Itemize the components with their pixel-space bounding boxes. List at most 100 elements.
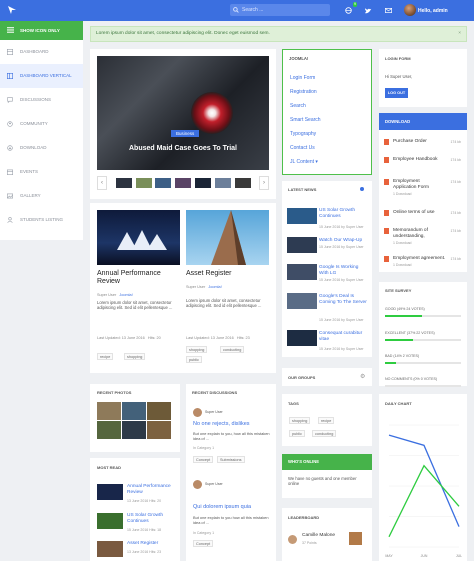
photo-thumb[interactable] — [122, 421, 146, 439]
search-input[interactable]: Search ... — [230, 4, 330, 16]
discussion-category[interactable]: In Category 1 — [193, 446, 214, 450]
alert-close-button[interactable]: × — [458, 27, 461, 41]
news-title[interactable]: Consequat curabitur vitae — [319, 331, 369, 342]
show-icon-only-toggle[interactable]: SHOW ICON ONLY — [0, 21, 83, 40]
download-item[interactable]: Purchase Order — [393, 139, 427, 145]
sidebar-item-dashboard-vertical[interactable]: Dashboard Vertical — [0, 64, 83, 88]
alert-text: Lorem ipsum dolor sit amet, consectetur … — [96, 31, 270, 36]
menu-link-jl-content[interactable]: JL Content ▾ — [290, 159, 318, 165]
discussion-category[interactable]: In Category 1 — [193, 531, 214, 535]
slider-next-button[interactable]: › — [259, 176, 269, 190]
hero-image[interactable] — [97, 56, 269, 170]
whos-online-text: We have no guests and one member online — [288, 476, 357, 487]
news-title[interactable]: US Solar Growth Continues — [319, 208, 369, 219]
menu-link-search[interactable]: Search — [290, 103, 306, 109]
tag-chip[interactable]: public — [186, 356, 202, 363]
sidebar-item-students-listing[interactable]: Students Listing — [0, 208, 83, 232]
news-thumb[interactable] — [287, 237, 317, 253]
tag-chip[interactable]: shopping — [289, 417, 311, 424]
most-read-title[interactable]: Annual Performance Review — [127, 484, 177, 495]
post-title[interactable]: Annual Performance Review — [97, 270, 177, 286]
logout-button[interactable]: LOG OUT — [385, 88, 408, 98]
post-author[interactable]: Super User — [186, 285, 205, 289]
post-author[interactable]: Super User — [97, 293, 116, 297]
slider-thumb[interactable] — [235, 178, 251, 188]
download-item[interactable]: Employment Application Form — [393, 179, 443, 190]
news-thumb[interactable] — [287, 264, 317, 280]
news-thumb[interactable] — [287, 330, 317, 346]
discussion-author[interactable]: Super User — [205, 410, 223, 414]
download-item[interactable]: Employment agreement. — [393, 256, 445, 262]
user-avatar[interactable] — [404, 4, 416, 16]
gear-icon[interactable]: ⚙ — [360, 373, 365, 380]
slider-thumb[interactable] — [175, 178, 191, 188]
photo-thumb[interactable] — [97, 421, 121, 439]
slider-prev-button[interactable]: ‹ — [97, 176, 107, 190]
most-read-thumb[interactable] — [97, 484, 123, 500]
tag-chip[interactable]: shopping — [186, 346, 208, 353]
messages-button[interactable] — [381, 4, 395, 17]
photo-thumb[interactable] — [147, 421, 171, 439]
tag-chip[interactable]: public — [289, 430, 305, 437]
slider-thumb[interactable] — [116, 178, 132, 188]
menu-link-smart-search[interactable]: Smart Search — [290, 117, 321, 123]
post-category[interactable]: Joomla! — [208, 285, 221, 289]
most-read-title[interactable]: US Solar Growth Continues — [127, 513, 177, 524]
news-title[interactable]: Google's Deal Is Coming To The Server — [319, 294, 369, 305]
download-item[interactable]: Online terms of use — [393, 210, 435, 216]
login-module: LOGIN FORM Hi Super User, LOG OUT — [379, 49, 467, 107]
post-image[interactable] — [186, 210, 269, 265]
tag-chip[interactable]: shopping — [124, 353, 146, 360]
twitter-button[interactable] — [361, 4, 375, 17]
sidebar-item-community[interactable]: Community — [0, 112, 83, 136]
notifications-button[interactable]: 9 — [341, 2, 357, 17]
tag-chip[interactable]: Concept — [193, 456, 214, 463]
sidebar-item-download[interactable]: Download — [0, 136, 83, 160]
news-title[interactable]: Watch Our Wrap-Up — [319, 238, 369, 244]
sidebar-item-gallery[interactable]: Gallery — [0, 184, 83, 208]
tag-chip[interactable]: conducting — [312, 430, 337, 437]
section-title: DOWNLOAD — [379, 113, 467, 130]
user-greeting[interactable]: Hello, admin — [418, 8, 448, 14]
news-thumb[interactable] — [287, 293, 317, 309]
post-category[interactable]: Joomla! — [119, 293, 132, 297]
leader-name[interactable]: Camille Malone — [302, 533, 335, 539]
tag-chip[interactable]: recipe — [318, 417, 335, 424]
discussion-title[interactable]: Qui dolorem ipsum quia — [193, 504, 273, 511]
photo-thumb[interactable] — [97, 402, 121, 420]
news-title[interactable]: Google Is Working With LG — [319, 265, 369, 276]
menu-link-contact-us[interactable]: Contact Us — [290, 145, 315, 151]
sidebar-item-discussions[interactable]: Discussions — [0, 88, 83, 112]
post-title[interactable]: Asset Register — [186, 270, 266, 278]
news-thumb[interactable] — [287, 208, 317, 224]
post-updated: Last Updated: 13 June 2016 Hits: 20 — [97, 336, 161, 340]
slider-thumb[interactable] — [195, 178, 211, 188]
menu-link-typography[interactable]: Typography — [290, 131, 316, 137]
photo-thumb[interactable] — [147, 402, 171, 420]
sidebar-item-events[interactable]: Events — [0, 160, 83, 184]
most-read-thumb[interactable] — [97, 541, 123, 557]
tag-chip[interactable]: conducting — [220, 346, 245, 353]
download-item[interactable]: Memorandum of understanding, — [393, 228, 441, 239]
discussion-title[interactable]: No one rejects, dislikes — [193, 421, 273, 428]
hero-category-tag[interactable]: Business — [171, 130, 200, 137]
sidebar-item-dashboard[interactable]: Dashboard — [0, 40, 83, 64]
download-item[interactable]: Employee Handbook — [393, 157, 438, 163]
dashboard-icon — [7, 49, 13, 55]
slider-thumb[interactable] — [215, 178, 231, 188]
most-read-title[interactable]: Asset Register — [127, 541, 177, 547]
hero-title[interactable]: Abused Maid Case Goes To Trial — [97, 145, 269, 152]
menu-link-login-form[interactable]: Login Form — [290, 75, 315, 81]
discussion-author[interactable]: Super User — [205, 482, 223, 486]
logo-icon[interactable] — [7, 5, 17, 17]
tag-chip[interactable]: Concept — [193, 540, 214, 547]
slider-thumb[interactable] — [136, 178, 152, 188]
most-read-thumb[interactable] — [97, 513, 123, 529]
tag-chip[interactable]: Submissions — [217, 456, 245, 463]
menu-link-registration[interactable]: Registration — [290, 89, 317, 95]
post-image[interactable] — [97, 210, 180, 265]
section-title: LATEST NEWS — [288, 187, 317, 192]
photo-thumb[interactable] — [122, 402, 146, 420]
tag-chip[interactable]: recipe — [97, 353, 114, 360]
slider-thumb[interactable] — [155, 178, 171, 188]
